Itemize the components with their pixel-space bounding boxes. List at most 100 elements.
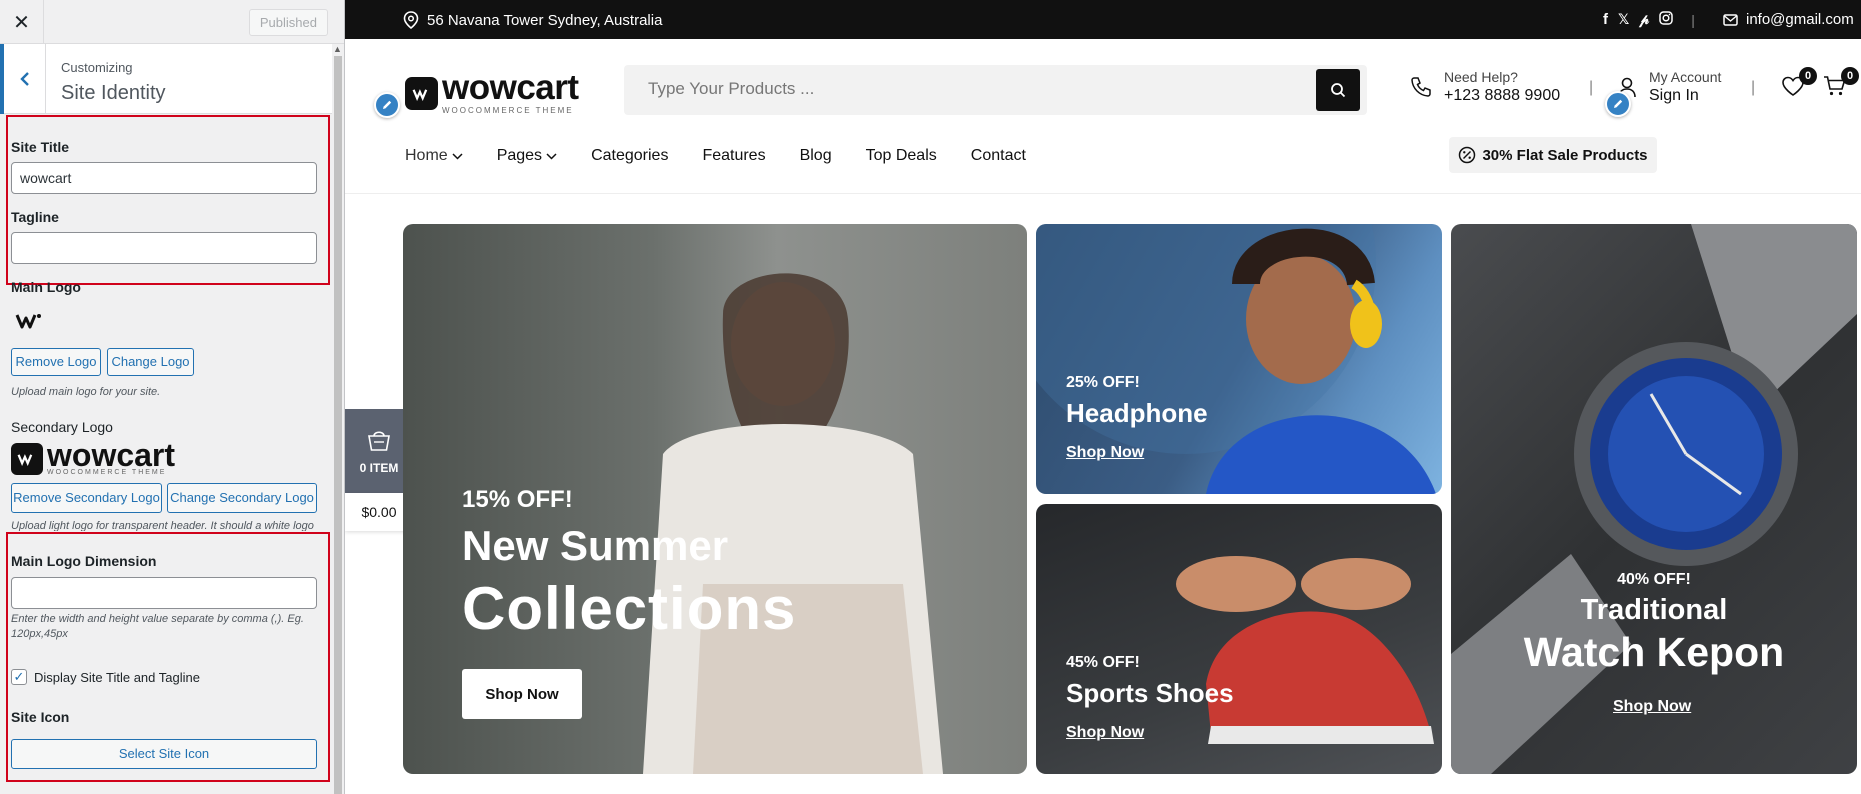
- publish-button[interactable]: Published: [248, 9, 328, 36]
- secondary-logo-name: wowcart: [47, 437, 176, 473]
- remove-secondary-logo-button[interactable]: Remove Secondary Logo: [11, 483, 162, 513]
- banner-shoes-title: Sports Shoes: [1066, 678, 1234, 708]
- search-icon: [1331, 83, 1346, 98]
- cart-button[interactable]: 0: [1823, 67, 1859, 105]
- nav-label: Blog: [799, 147, 832, 164]
- site-name: wowcart: [442, 68, 579, 107]
- email-link[interactable]: info@gmail.com: [1723, 11, 1854, 28]
- secondary-logo-preview: wowcart WOOCOMMERCE THEME: [11, 437, 176, 476]
- chevron-left-icon: [19, 72, 29, 86]
- email-text: info@gmail.com: [1746, 11, 1854, 28]
- facebook-icon[interactable]: f: [1603, 11, 1608, 28]
- address-text: 56 Navana Tower Sydney, Australia: [427, 11, 663, 29]
- header-divider: |: [1751, 79, 1756, 96]
- cart-count: 0: [1841, 67, 1859, 85]
- main-nav: Home Pages Categories Features Blog Top …: [405, 147, 1026, 165]
- main-logo-label: Main Logo: [11, 279, 81, 295]
- secondary-logo-label: Secondary Logo: [11, 419, 113, 435]
- account-link[interactable]: My Account Sign In: [1617, 69, 1721, 105]
- nav-label: Pages: [496, 147, 543, 164]
- search-button[interactable]: [1316, 69, 1360, 111]
- main-logo-preview: [15, 311, 43, 336]
- change-secondary-logo-button[interactable]: Change Secondary Logo: [167, 483, 317, 513]
- select-site-icon-button[interactable]: Select Site Icon: [11, 739, 317, 769]
- sale-label: 30% Flat Sale Products: [1482, 146, 1648, 164]
- site-icon-label: Site Icon: [11, 709, 70, 725]
- address: 56 Navana Tower Sydney, Australia: [403, 11, 662, 29]
- chevron-down-icon: [452, 152, 463, 160]
- banner-headphone-title: Headphone: [1066, 398, 1208, 428]
- site-title-input[interactable]: wowcart: [11, 162, 317, 194]
- edit-account-pencil-icon[interactable]: [1605, 91, 1631, 117]
- account-label: My Account: [1649, 69, 1722, 85]
- nav-item-top-deals[interactable]: Top Deals: [866, 147, 937, 165]
- sale-button[interactable]: 30% Flat Sale Products: [1449, 137, 1657, 173]
- display-title-checkbox[interactable]: ✓: [11, 669, 27, 685]
- customizer-panel: ✕ Published Customizing Site Identity ▲ …: [0, 0, 345, 794]
- mini-cart-items: 0 ITEM: [359, 461, 399, 475]
- banner-summer-line2: Collections: [462, 575, 797, 642]
- nav-item-features[interactable]: Features: [702, 147, 765, 165]
- banner-watch[interactable]: 40% OFF! Traditional Watch Kepon Shop No…: [1451, 224, 1857, 774]
- phone-icon: [1411, 77, 1431, 97]
- wishlist-button[interactable]: 0: [1781, 67, 1817, 105]
- location-pin-icon: [403, 11, 419, 29]
- nav-label: Categories: [591, 147, 669, 164]
- nav-item-pages[interactable]: Pages: [497, 147, 557, 165]
- site-header: wowcart WOOCOMMERCE THEME Type Your Prod…: [345, 39, 1861, 194]
- wowcart-logo-icon: [405, 77, 438, 110]
- site-preview: 56 Navana Tower Sydney, Australia f 𝕏 𝓅 …: [345, 0, 1861, 794]
- instagram-icon[interactable]: [1659, 11, 1674, 28]
- back-button[interactable]: [0, 44, 46, 114]
- customizing-label: Customizing: [61, 60, 133, 75]
- edit-logo-pencil-icon[interactable]: [374, 92, 400, 118]
- site-title-label: Site Title: [11, 139, 70, 155]
- section-title: Site Identity: [61, 82, 166, 104]
- help-contact[interactable]: Need Help? +123 8888 9900: [1410, 69, 1560, 105]
- site-logo[interactable]: wowcart WOOCOMMERCE THEME: [405, 68, 579, 115]
- secondary-logo-help: Upload light logo for transparent header…: [11, 520, 314, 531]
- logo-dimension-input[interactable]: [11, 577, 317, 609]
- site-tagline: WOOCOMMERCE THEME: [442, 106, 574, 115]
- display-title-label: Display Site Title and Tagline: [34, 670, 200, 685]
- section-header: Customizing Site Identity: [0, 44, 344, 114]
- close-icon[interactable]: ✕: [0, 0, 44, 44]
- banner-summer-discount: 15% OFF!: [462, 486, 573, 513]
- pinterest-icon[interactable]: 𝓅: [1639, 11, 1649, 28]
- banner-watch-shop-link[interactable]: Shop Now: [1613, 698, 1691, 716]
- search-input[interactable]: Type Your Products ...: [648, 79, 814, 99]
- help-phone: +123 8888 9900: [1444, 87, 1561, 104]
- nav-item-categories[interactable]: Categories: [591, 147, 668, 165]
- change-logo-button[interactable]: Change Logo: [107, 348, 194, 376]
- tagline-input[interactable]: [11, 232, 317, 264]
- banner-headphone[interactable]: 25% OFF! Headphone Shop Now: [1036, 224, 1442, 494]
- chevron-down-icon: [546, 152, 557, 160]
- banner-shoes-shop-link[interactable]: Shop Now: [1066, 724, 1144, 742]
- search-bar[interactable]: Type Your Products ...: [624, 65, 1367, 115]
- banner-shoes-discount: 45% OFF!: [1066, 654, 1140, 671]
- banner-summer[interactable]: 15% OFF! New Summer Collections Shop Now: [403, 224, 1027, 774]
- banner-headphone-discount: 25% OFF!: [1066, 374, 1140, 391]
- nav-item-blog[interactable]: Blog: [800, 147, 832, 165]
- banner-summer-shop-button[interactable]: Shop Now: [462, 669, 582, 719]
- panel-scrollbar[interactable]: ▲: [332, 44, 344, 794]
- scroll-up-icon[interactable]: ▲: [333, 44, 342, 54]
- sign-in-link: Sign In: [1649, 87, 1699, 104]
- header-divider: |: [1589, 79, 1594, 96]
- remove-logo-button[interactable]: Remove Logo: [11, 348, 101, 376]
- nav-label: Top Deals: [865, 147, 937, 164]
- x-icon[interactable]: 𝕏: [1618, 11, 1629, 28]
- nav-item-home[interactable]: Home: [405, 147, 463, 165]
- wishlist-count: 0: [1799, 67, 1817, 85]
- basket-icon: [368, 431, 390, 451]
- banner-watch-line2: Watch Kepon: [1523, 629, 1785, 675]
- banner-shoes[interactable]: 45% OFF! Sports Shoes Shop Now: [1036, 504, 1442, 774]
- banner-watch-line1: Traditional: [1580, 594, 1728, 626]
- wowcart-logo-icon: [11, 442, 43, 475]
- social-links: f 𝕏 𝓅 |: [1603, 11, 1695, 28]
- help-label: Need Help?: [1444, 69, 1518, 85]
- scrollbar-thumb[interactable]: [334, 56, 342, 794]
- nav-item-contact[interactable]: Contact: [971, 147, 1026, 165]
- nav-label: Features: [702, 147, 766, 164]
- banner-headphone-shop-link[interactable]: Shop Now: [1066, 444, 1144, 462]
